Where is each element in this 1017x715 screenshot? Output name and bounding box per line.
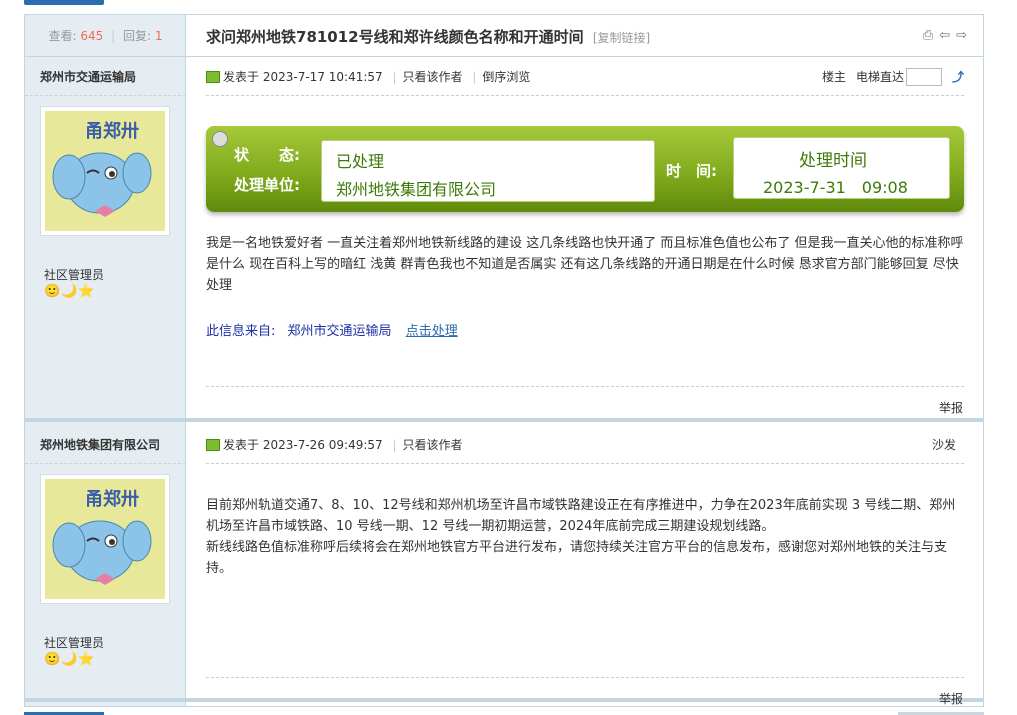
unit-label: 处理单位: — [234, 176, 300, 194]
user-role: 社区管理员 — [44, 636, 105, 650]
posted-prefix: 发表于 — [223, 70, 260, 84]
posted-time: 2023-7-17 10:41:57 — [262, 70, 383, 84]
post-meta: 发表于 2023-7-26 09:49:57 | 只看该作者 沙发 — [206, 426, 964, 464]
time-title: 处理时间 — [799, 151, 867, 171]
copy-link[interactable]: [复制链接] — [593, 31, 650, 45]
post-divider — [206, 677, 964, 678]
posted-time: 2023-7-26 09:49:57 — [262, 438, 383, 452]
post-meta: 发表于 2023-7-17 10:41:57 | 只看该作者 | 倒序浏览 楼主 电… — [206, 58, 964, 96]
only-author-link[interactable]: 只看该作者 — [403, 438, 463, 452]
post-divider — [206, 386, 964, 387]
views-label: 查看: — [48, 29, 77, 43]
post-body-line2: 新线线路色值标准称呼后续将会在郑州地铁官方平台进行发布，请您持续关注官方平台的信… — [206, 540, 948, 576]
post-author[interactable]: 郑州地铁集团有限公司 — [25, 426, 186, 464]
status-value: 已处理 — [336, 152, 385, 171]
thread-title-text: 求问郑州地铁781012号线和郑许线颜色名称和开通时间 — [206, 28, 584, 46]
header-icons: ⎙ ⇦ ⇨ — [923, 28, 967, 43]
post-body-line1: 目前郑州轨道交通7、8、10、12号线和郑州机场至许昌市域铁路建设正在有序推进中… — [206, 498, 956, 534]
jump-icon[interactable]: ⤴ — [952, 58, 964, 96]
avatar-text: 甬郑卅 — [85, 120, 139, 142]
status-banner: 状 态: 处理单位: 已处理 郑州地铁集团有限公司 时 间: 处理时间 2023… — [206, 126, 964, 212]
source-label: 此信息来自: — [206, 324, 276, 339]
user-rank-icons: 🙂🌙⭐ — [44, 284, 96, 299]
thread-frame: 查看: 645 | 回复: 1 求问郑州地铁781012号线和郑许线颜色名称和开… — [24, 14, 984, 707]
elevator-label: 电梯直达 — [855, 70, 904, 84]
print-icon[interactable]: ⎙ — [923, 28, 933, 43]
views-count: 645 — [80, 29, 104, 43]
user-rank-icons: 🙂🌙⭐ — [44, 652, 96, 667]
online-icon — [206, 439, 220, 451]
status-label: 状 态: — [234, 146, 300, 164]
thread-title: 求问郑州地铁781012号线和郑许线颜色名称和开通时间 [复制链接] — [206, 26, 650, 47]
reverse-order-link[interactable]: 倒序浏览 — [482, 70, 530, 84]
prev-thread-icon[interactable]: ⇦ — [939, 28, 950, 43]
post-2: 郑州地铁集团有限公司 甬郑卅 社区管理员 🙂🌙⭐ 发表于 2023-7-26 0… — [25, 426, 983, 706]
posted-prefix: 发表于 — [223, 438, 260, 452]
avatar[interactable]: 甬郑卅 — [40, 106, 170, 236]
floor-label: 沙发 — [931, 438, 956, 452]
time-value: 2023-7-31 09:08 — [763, 178, 908, 197]
avatar-text: 甬郑卅 — [85, 488, 139, 510]
unit-value: 郑州地铁集团有限公司 — [336, 180, 497, 199]
user-role: 社区管理员 — [44, 268, 105, 282]
report-link[interactable]: 举报 — [939, 399, 963, 416]
source-line: 此信息来自: 郑州市交通运输局 点击处理 — [206, 320, 458, 339]
next-thread-icon[interactable]: ⇨ — [956, 28, 967, 43]
handle-link[interactable]: 点击处理 — [406, 324, 458, 339]
post-body: 我是一名地铁爱好者 一直关注着郑州地铁新线路的建设 这几条线路也快开通了 而且标… — [206, 236, 964, 293]
post-1: 郑州市交通运输局 甬郑卅 社区管理员 🙂🌙⭐ 发表于 2023-7-17 10:… — [25, 58, 983, 422]
source-link[interactable]: 郑州市交通运输局 — [288, 324, 392, 339]
status-dot-icon — [212, 131, 228, 147]
top-nav-button[interactable] — [24, 0, 104, 5]
replies-count: 1 — [154, 29, 163, 43]
avatar[interactable]: 甬郑卅 — [40, 474, 170, 604]
online-icon — [206, 71, 220, 83]
thread-stats: 查看: 645 | 回复: 1 — [48, 29, 163, 43]
floor-label: 楼主 — [821, 70, 846, 84]
floor-jump-input[interactable] — [905, 68, 942, 86]
thread-header: 查看: 645 | 回复: 1 求问郑州地铁781012号线和郑许线颜色名称和开… — [25, 15, 983, 57]
report-link[interactable]: 举报 — [939, 690, 963, 707]
replies-label: 回复: — [122, 29, 152, 43]
time-label: 时 间: — [666, 162, 717, 180]
only-author-link[interactable]: 只看该作者 — [403, 70, 463, 84]
post-author[interactable]: 郑州市交通运输局 — [25, 58, 186, 96]
